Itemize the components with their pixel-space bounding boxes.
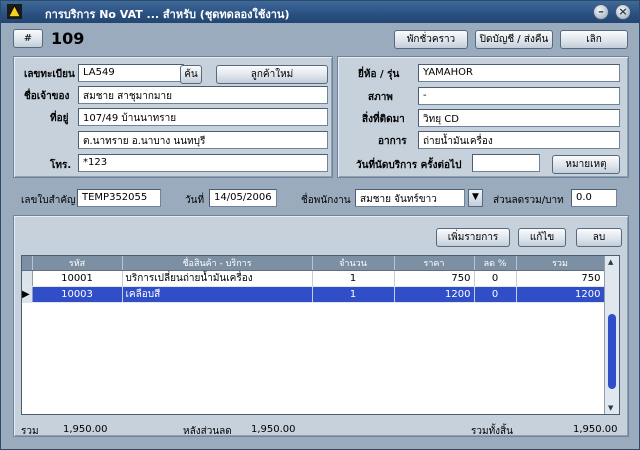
cell-total: 750 [516, 270, 605, 287]
owner-label: ชื่อเจ้าของ [24, 91, 70, 102]
next-service-label: วันที่นัดบริการ ครั้งต่อไป [356, 160, 462, 171]
main-window: การบริการ No VAT ... สำหรับ (ชุดทดลองใช้… [0, 0, 640, 450]
title-bar: การบริการ No VAT ... สำหรับ (ชุดทดลองใช้… [1, 1, 639, 23]
brand-label: ยี่ห้อ / รุ่น [358, 69, 400, 80]
plate-label: เลขทะเบียน [24, 69, 75, 80]
employee-label: ชื่อพนักงาน [301, 195, 351, 206]
plate-input[interactable]: LA549 [78, 64, 184, 82]
row-indicator [22, 270, 33, 287]
date-input[interactable]: 14/05/2006 [209, 189, 277, 207]
vehicle-panel: ยี่ห้อ / รุ่น YAMAHOR สภาพ - สิ่งที่ติดม… [337, 56, 629, 178]
cell-code: 10003 [32, 286, 123, 303]
sum-value: 1,950.00 [63, 424, 108, 435]
doc-no-input[interactable]: TEMP352055 [77, 189, 161, 207]
cell-qty: 1 [312, 270, 395, 287]
phone-label: โทร. [50, 160, 72, 171]
scroll-down-icon[interactable]: ▼ [608, 404, 613, 412]
new-customer-button[interactable]: ลูกค้าใหม่ [216, 65, 328, 84]
minimize-icon[interactable]: – [593, 4, 609, 20]
owner-input[interactable]: สมชาย สาชุมากมาย [78, 86, 328, 104]
cell-qty: 1 [312, 286, 395, 303]
grand-total-label: รวมทั้งสิ้น [471, 426, 513, 437]
cell-name: บริการเปลี่ยนถ่ายน้ำมันเครื่อง [122, 270, 313, 287]
close-account-button[interactable]: ปิดบัญชี / ส่งคืน [475, 30, 553, 49]
grand-total-value: 1,950.00 [573, 424, 618, 435]
close-icon[interactable]: × [615, 4, 631, 20]
window-title: การบริการ No VAT ... สำหรับ (ชุดทดลองใช้… [45, 8, 290, 21]
chevron-down-icon[interactable]: ▼ [468, 189, 483, 207]
row-pointer-icon: ▶ [22, 286, 33, 303]
after-discount-label: หลังส่วนลด [183, 426, 232, 437]
sum-label: รวม [21, 426, 39, 437]
brand-input[interactable]: YAMAHOR [418, 64, 620, 82]
grid-header-row: รหัส ชื่อสินค้า - บริการ จำนวน ราคา ลด %… [22, 256, 605, 271]
cell-name: เคลือบสี [122, 286, 313, 303]
cell-price: 750 [394, 270, 475, 287]
customer-panel: เลขทะเบียน LA549 ค้น ลูกค้าใหม่ ชื่อเจ้า… [13, 56, 333, 178]
date-label: วันที่ [185, 195, 205, 206]
edit-item-button[interactable]: แก้ไข [518, 228, 566, 247]
col-discount-header[interactable]: ลด % [474, 256, 517, 271]
col-total-header[interactable]: รวม [516, 256, 605, 271]
employee-select[interactable]: สมชาย จันทร์ขาว [355, 189, 465, 207]
note-button[interactable]: หมายเหตุ [552, 155, 620, 174]
accessories-label: สิ่งที่ติดมา [362, 114, 405, 125]
symptom-input[interactable]: ถ่ายน้ำมันเครื่อง [418, 131, 620, 149]
job-number-button[interactable]: # [13, 29, 43, 48]
address-line1-input[interactable]: 107/49 บ้านนาทราย [78, 108, 328, 126]
col-code-header[interactable]: รหัส [32, 256, 123, 271]
delete-item-button[interactable]: ลบ [576, 228, 622, 247]
cancel-button[interactable]: เลิก [560, 30, 628, 49]
address-label: ที่อยู่ [50, 113, 69, 124]
col-qty-header[interactable]: จำนวน [312, 256, 395, 271]
phone-input[interactable]: *123 [78, 154, 328, 172]
condition-label: สภาพ [368, 92, 393, 103]
items-grid[interactable]: รหัส ชื่อสินค้า - บริการ จำนวน ราคา ลด %… [21, 255, 620, 415]
cell-price: 1200 [394, 286, 475, 303]
cell-discount: 0 [474, 286, 517, 303]
col-name-header[interactable]: ชื่อสินค้า - บริการ [122, 256, 313, 271]
grid-scrollbar[interactable]: ▲ ▼ [604, 256, 619, 414]
cell-discount: 0 [474, 270, 517, 287]
address-line2-input[interactable]: ต.นาทราย อ.นาบาง นนทบุรี [78, 131, 328, 149]
after-discount-value: 1,950.00 [251, 424, 296, 435]
cell-total: 1200 [516, 286, 605, 303]
find-customer-button[interactable]: ค้น [180, 65, 202, 84]
discount-input[interactable]: 0.0 [571, 189, 617, 207]
scroll-up-icon[interactable]: ▲ [608, 258, 613, 266]
doc-no-label: เลขใบสำคัญ [21, 195, 76, 206]
scrollbar-thumb[interactable] [608, 314, 616, 389]
job-number: 109 [51, 29, 85, 48]
add-item-button[interactable]: เพิ่มรายการ [436, 228, 510, 247]
pause-button[interactable]: พักชั่วคราว [394, 30, 468, 49]
table-row[interactable]: 10001 บริการเปลี่ยนถ่ายน้ำมันเครื่อง 1 7… [22, 270, 605, 287]
symptom-label: อาการ [378, 136, 407, 147]
accessories-input[interactable]: วิทยุ CD [418, 109, 620, 127]
col-price-header[interactable]: ราคา [394, 256, 475, 271]
table-row-selected[interactable]: ▶ 10003 เคลือบสี 1 1200 0 1200 [22, 286, 605, 303]
cell-code: 10001 [32, 270, 123, 287]
next-service-input[interactable] [472, 154, 540, 172]
discount-label: ส่วนลดรวม/บาท [493, 195, 564, 206]
app-warning-icon [7, 4, 22, 19]
grid-header-indicator [22, 256, 33, 271]
condition-input[interactable]: - [418, 87, 620, 105]
